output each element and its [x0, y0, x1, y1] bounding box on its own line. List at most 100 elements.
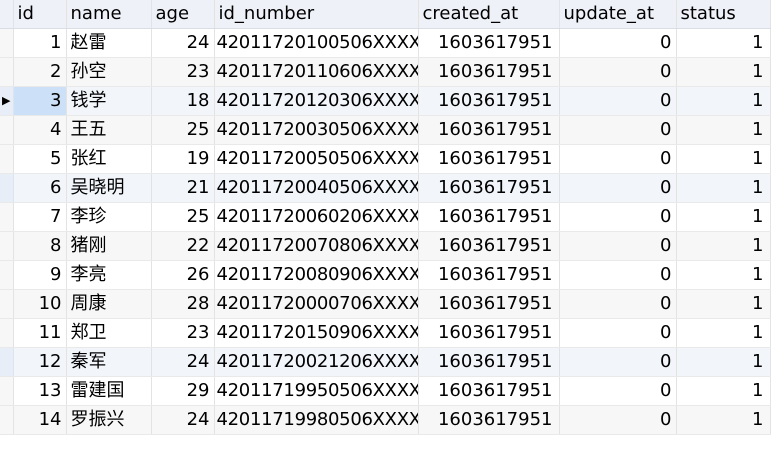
cell-id-number[interactable]: 42011719950506XXXX — [214, 376, 419, 406]
cell-name[interactable]: 吴晓明 — [66, 173, 152, 203]
cell-name[interactable]: 猪刚 — [66, 231, 152, 261]
cell-name[interactable]: 赵雷 — [66, 28, 152, 58]
cell-id[interactable]: 9 — [13, 260, 67, 290]
cell-age[interactable]: 21 — [151, 173, 215, 203]
cell-id-number[interactable]: 42011720150906XXXX — [214, 318, 419, 348]
cell-created-at[interactable]: 1603617951 — [418, 376, 560, 406]
cell-created-at[interactable]: 1603617951 — [418, 86, 560, 116]
table-row[interactable]: 13 雷建国 29 42011719950506XXXX 1603617951 … — [0, 376, 771, 406]
cell-age[interactable]: 23 — [151, 57, 215, 87]
cell-status[interactable]: 1 — [676, 28, 771, 58]
cell-id[interactable]: 13 — [13, 376, 67, 406]
cell-id-number[interactable]: 42011720040506XXXX — [214, 173, 419, 203]
cell-id-selected[interactable]: 3 — [13, 86, 67, 116]
current-row-indicator-icon[interactable]: ▶ — [0, 86, 14, 116]
table-row[interactable]: 4 王五 25 42011720030506XXXX 1603617951 0 … — [0, 115, 771, 145]
row-marker[interactable] — [0, 347, 14, 377]
cell-update-at[interactable]: 0 — [559, 231, 677, 261]
cell-update-at[interactable]: 0 — [559, 318, 677, 348]
cell-name[interactable]: 李亮 — [66, 260, 152, 290]
row-marker[interactable] — [0, 405, 14, 435]
table-row[interactable]: 5 张红 19 42011720050506XXXX 1603617951 0 … — [0, 144, 771, 174]
table-row[interactable]: 10 周康 28 42011720000706XXXX 1603617951 0… — [0, 289, 771, 319]
cell-id-number[interactable]: 42011720060206XXXX — [214, 202, 419, 232]
cell-name[interactable]: 钱学 — [66, 86, 152, 116]
cell-update-at[interactable]: 0 — [559, 86, 677, 116]
cell-created-at[interactable]: 1603617951 — [418, 115, 560, 145]
row-marker[interactable] — [0, 144, 14, 174]
cell-status[interactable]: 1 — [676, 405, 771, 435]
cell-age[interactable]: 29 — [151, 376, 215, 406]
cell-id[interactable]: 2 — [13, 57, 67, 87]
row-marker[interactable] — [0, 57, 14, 87]
column-header-created-at[interactable]: created_at — [418, 0, 560, 29]
cell-age[interactable]: 18 — [151, 86, 215, 116]
cell-id-number[interactable]: 42011720030506XXXX — [214, 115, 419, 145]
cell-name[interactable]: 秦军 — [66, 347, 152, 377]
row-marker[interactable] — [0, 115, 14, 145]
cell-name[interactable]: 李珍 — [66, 202, 152, 232]
cell-status[interactable]: 1 — [676, 260, 771, 290]
column-header-status[interactable]: status — [676, 0, 771, 29]
cell-name[interactable]: 孙空 — [66, 57, 152, 87]
cell-id-number[interactable]: 42011720000706XXXX — [214, 289, 419, 319]
cell-update-at[interactable]: 0 — [559, 144, 677, 174]
cell-age[interactable]: 22 — [151, 231, 215, 261]
table-row[interactable]: 7 李珍 25 42011720060206XXXX 1603617951 0 … — [0, 202, 771, 232]
cell-name[interactable]: 周康 — [66, 289, 152, 319]
cell-created-at[interactable]: 1603617951 — [418, 260, 560, 290]
cell-id[interactable]: 14 — [13, 405, 67, 435]
cell-update-at[interactable]: 0 — [559, 376, 677, 406]
table-row[interactable]: 9 李亮 26 42011720080906XXXX 1603617951 0 … — [0, 260, 771, 290]
cell-age[interactable]: 28 — [151, 289, 215, 319]
table-row[interactable]: 12 秦军 24 42011720021206XXXX 1603617951 0… — [0, 347, 771, 377]
row-marker[interactable] — [0, 260, 14, 290]
cell-name[interactable]: 雷建国 — [66, 376, 152, 406]
cell-id[interactable]: 1 — [13, 28, 67, 58]
table-row-selected[interactable]: ▶ 3 钱学 18 42011720120306XXXX 1603617951 … — [0, 86, 771, 116]
cell-update-at[interactable]: 0 — [559, 347, 677, 377]
cell-status[interactable]: 1 — [676, 86, 771, 116]
table-row[interactable]: 14 罗振兴 24 42011719980506XXXX 1603617951 … — [0, 405, 771, 435]
cell-id-number[interactable]: 42011720021206XXXX — [214, 347, 419, 377]
cell-status[interactable]: 1 — [676, 231, 771, 261]
cell-created-at[interactable]: 1603617951 — [418, 173, 560, 203]
table-row[interactable]: 6 吴晓明 21 42011720040506XXXX 1603617951 0… — [0, 173, 771, 203]
cell-update-at[interactable]: 0 — [559, 405, 677, 435]
cell-status[interactable]: 1 — [676, 57, 771, 87]
row-marker[interactable] — [0, 318, 14, 348]
cell-status[interactable]: 1 — [676, 347, 771, 377]
cell-name[interactable]: 张红 — [66, 144, 152, 174]
column-header-age[interactable]: age — [151, 0, 215, 29]
row-marker[interactable] — [0, 202, 14, 232]
cell-id[interactable]: 5 — [13, 144, 67, 174]
row-marker[interactable] — [0, 173, 14, 203]
table-row[interactable]: 8 猪刚 22 42011720070806XXXX 1603617951 0 … — [0, 231, 771, 261]
cell-id[interactable]: 10 — [13, 289, 67, 319]
cell-update-at[interactable]: 0 — [559, 202, 677, 232]
cell-id[interactable]: 4 — [13, 115, 67, 145]
cell-created-at[interactable]: 1603617951 — [418, 202, 560, 232]
cell-age[interactable]: 25 — [151, 202, 215, 232]
cell-id-number[interactable]: 42011720120306XXXX — [214, 86, 419, 116]
cell-age[interactable]: 19 — [151, 144, 215, 174]
cell-status[interactable]: 1 — [676, 115, 771, 145]
cell-id-number[interactable]: 42011720100506XXXX — [214, 28, 419, 58]
cell-age[interactable]: 23 — [151, 318, 215, 348]
column-header-update-at[interactable]: update_at — [559, 0, 677, 29]
cell-age[interactable]: 25 — [151, 115, 215, 145]
cell-created-at[interactable]: 1603617951 — [418, 28, 560, 58]
row-marker[interactable] — [0, 28, 14, 58]
cell-status[interactable]: 1 — [676, 289, 771, 319]
column-header-id-number[interactable]: id_number — [214, 0, 419, 29]
row-marker[interactable] — [0, 231, 14, 261]
cell-update-at[interactable]: 0 — [559, 115, 677, 145]
cell-id-number[interactable]: 42011719980506XXXX — [214, 405, 419, 435]
cell-id-number[interactable]: 42011720070806XXXX — [214, 231, 419, 261]
cell-created-at[interactable]: 1603617951 — [418, 57, 560, 87]
cell-id[interactable]: 7 — [13, 202, 67, 232]
cell-name[interactable]: 王五 — [66, 115, 152, 145]
cell-update-at[interactable]: 0 — [559, 289, 677, 319]
cell-name[interactable]: 郑卫 — [66, 318, 152, 348]
cell-id[interactable]: 6 — [13, 173, 67, 203]
